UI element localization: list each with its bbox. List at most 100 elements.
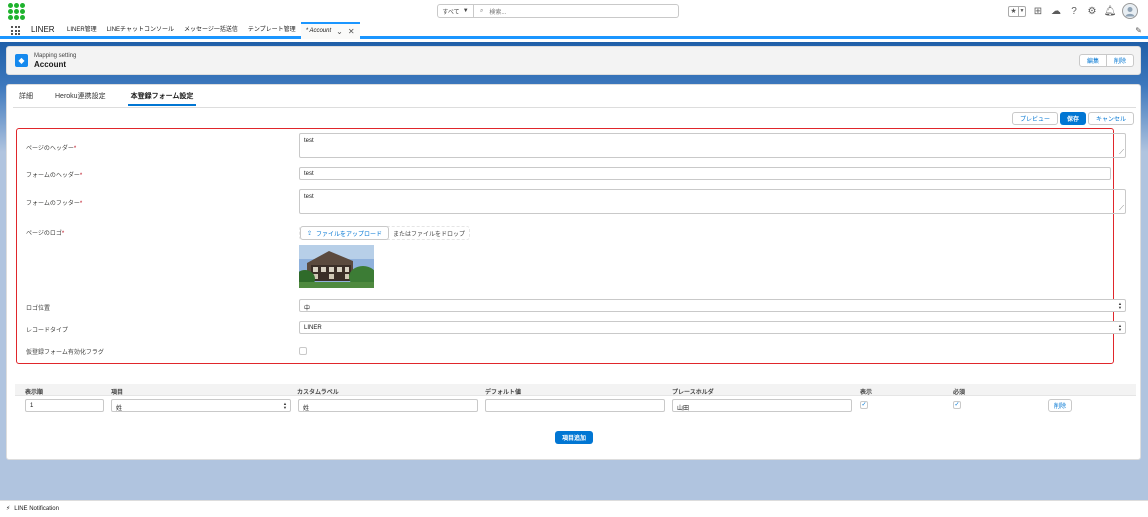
- record-type-value: LINER: [304, 325, 322, 331]
- lightning-icon: ⚡︎: [6, 506, 11, 512]
- required-marker: *: [61, 231, 65, 237]
- help-icon[interactable]: ?: [1068, 5, 1080, 17]
- select-arrows-icon: ▲ ▼: [1118, 323, 1122, 332]
- nav-item-bulk-message[interactable]: メッセージ一括送信: [179, 22, 243, 39]
- search-scope-select[interactable]: すべて ▼: [437, 4, 474, 18]
- form-footer-label-text: フォームのフッター: [26, 201, 80, 207]
- col-header-default-value: デフォルト値: [485, 390, 522, 396]
- checkmark-icon: ✓: [861, 402, 867, 408]
- add-item-button[interactable]: 項目追加: [555, 431, 594, 444]
- form-header-label-text: フォームのヘッダー: [26, 173, 80, 179]
- items-table-header: 表示順 項目 カスタムラベル デフォルト値 プレースホルダ 表示 必須: [15, 384, 1136, 396]
- logo-position-select[interactable]: 中 ▲ ▼: [299, 299, 1126, 312]
- col-header-required: 必須: [953, 390, 966, 396]
- tab-account[interactable]: * Account ⌄ ✕: [300, 22, 360, 39]
- pencil-icon[interactable]: ✎: [1135, 26, 1142, 35]
- chevron-down-icon[interactable]: ▼: [1018, 6, 1025, 16]
- page-header-label-text: ページのヘッダー: [26, 146, 74, 152]
- app-launcher-icon[interactable]: [11, 26, 20, 35]
- custom-label-value: 姓: [303, 406, 310, 412]
- search-input[interactable]: ⌕ 検索...: [474, 4, 679, 18]
- utility-item-label: LINE Notification: [14, 505, 59, 512]
- header-icons: ★ ▼ ⊞ ☁ ? ⚙ 🔔︎: [1008, 3, 1138, 19]
- form-footer-label: フォームのフッター*: [26, 198, 82, 207]
- order-input[interactable]: 1: [25, 399, 104, 412]
- col-header-order: 表示順: [25, 390, 44, 396]
- nav-bar: LINER LINER管理 LINEチャットコンソール メッセージ一括送信 テン…: [0, 22, 1148, 39]
- record-type-select[interactable]: LINER ▲ ▼: [299, 321, 1126, 334]
- preview-button[interactable]: プレビュー: [1011, 112, 1058, 125]
- record-actions: 編集 削除: [1078, 54, 1134, 67]
- required-marker: *: [73, 146, 77, 152]
- app-name: LINER: [31, 25, 55, 34]
- upload-file-button[interactable]: ⇪ ファイルをアップロード: [300, 226, 390, 240]
- record-tabs: 詳細 Heroku連携設定 本登録フォーム設定: [19, 91, 197, 106]
- file-dropzone[interactable]: ⇪ ファイルをアップロード またはファイルをドロップ: [299, 226, 471, 240]
- nav-item-liner-admin[interactable]: LINER管理: [62, 22, 102, 39]
- upload-icon: ⇪: [307, 230, 313, 237]
- page-logo-label: ページのロゴ*: [26, 228, 64, 237]
- temp-registration-flag-checkbox[interactable]: [299, 347, 307, 355]
- save-button[interactable]: 保存: [1059, 112, 1086, 125]
- tab-heroku[interactable]: Heroku連携設定: [55, 91, 106, 106]
- search-scope-label: すべて: [442, 9, 460, 16]
- nav-item-chat-console[interactable]: LINEチャットコンソール: [102, 22, 179, 39]
- resize-handle-icon[interactable]: ⟋: [1119, 205, 1124, 212]
- field-value: 姓: [116, 406, 123, 412]
- form-footer-textarea[interactable]: test ⟋: [299, 189, 1126, 214]
- visible-checkbox[interactable]: ✓: [860, 401, 868, 409]
- tab-registration-form[interactable]: 本登録フォーム設定: [127, 91, 197, 106]
- col-header-placeholder: プレースホルダ: [672, 390, 714, 396]
- form-footer-value: test: [304, 194, 314, 200]
- resize-handle-icon[interactable]: ⟋: [1119, 149, 1124, 156]
- utility-bar: ⚡︎ LINE Notification: [0, 500, 1148, 517]
- delete-button[interactable]: 削除: [1106, 54, 1134, 67]
- page-header-label: ページのヘッダー*: [26, 143, 76, 152]
- page-header-textarea[interactable]: test ⟋: [299, 133, 1126, 158]
- temp-registration-flag-label: 仮登録フォーム有効化フラグ: [26, 350, 104, 356]
- nav-items: LINER管理 LINEチャットコンソール メッセージ一括送信 テンプレート管理…: [62, 22, 360, 39]
- tab-details[interactable]: 詳細: [19, 91, 33, 106]
- chevron-down-icon[interactable]: ⌄: [336, 24, 343, 39]
- delete-row-button[interactable]: 削除: [1048, 399, 1073, 412]
- cancel-button[interactable]: キャンセル: [1087, 112, 1134, 125]
- upload-button-label: ファイルをアップロード: [316, 231, 383, 238]
- record-type-label: レコードタイプ: [26, 328, 69, 334]
- required-checkbox[interactable]: ✓: [953, 401, 961, 409]
- tab-account-label: * Account: [305, 28, 332, 34]
- tabs-divider: [13, 107, 1136, 108]
- custom-label-input[interactable]: 姓: [298, 399, 478, 412]
- trailhead-icon[interactable]: ☁: [1050, 5, 1062, 17]
- record-title: Account: [34, 60, 66, 69]
- default-value-input[interactable]: [485, 399, 665, 412]
- page-header-value: test: [304, 138, 314, 144]
- form-header-input[interactable]: test: [299, 167, 1111, 180]
- logo-position-value: 中: [304, 306, 311, 312]
- bell-icon[interactable]: 🔔︎: [1104, 5, 1117, 17]
- utility-item-line-notification[interactable]: ⚡︎ LINE Notification: [6, 505, 59, 513]
- record-header: ◆ Mapping setting Account 編集 削除: [6, 46, 1141, 75]
- avatar[interactable]: [1122, 3, 1138, 19]
- edit-button[interactable]: 編集: [1078, 54, 1107, 67]
- app-logo-icon[interactable]: [8, 3, 25, 20]
- field-select[interactable]: 姓 ▲ ▼: [111, 399, 291, 412]
- cube-icon: ◆: [15, 54, 28, 67]
- col-header-custom-label: カスタムラベル: [297, 390, 339, 396]
- global-header: すべて ▼ ⌕ 検索... ★ ▼ ⊞ ☁ ? ⚙ 🔔︎: [0, 0, 1148, 22]
- form-settings-section: ページのヘッダー* test ⟋ フォームのヘッダー* test フォームのフッ…: [16, 128, 1126, 364]
- favorites-button[interactable]: ★ ▼: [1008, 5, 1026, 17]
- nav-item-templates[interactable]: テンプレート管理: [243, 22, 301, 39]
- placeholder-input[interactable]: 山田: [672, 399, 852, 412]
- close-icon[interactable]: ✕: [348, 24, 355, 39]
- page-logo-label-text: ページのロゴ: [26, 231, 62, 237]
- logo-preview-image: [299, 245, 374, 288]
- form-actions: プレビュー 保存 キャンセル: [1011, 112, 1134, 125]
- drop-hint: またはファイルをドロップ: [393, 231, 466, 238]
- form-header-label: フォームのヘッダー*: [26, 170, 82, 179]
- global-actions-icon[interactable]: ⊞: [1032, 5, 1044, 17]
- gear-icon[interactable]: ⚙: [1086, 5, 1098, 17]
- logo-position-label: ロゴ位置: [26, 306, 51, 312]
- object-label: Mapping setting: [34, 53, 77, 59]
- search-placeholder: 検索...: [489, 9, 507, 16]
- star-icon[interactable]: ★: [1009, 7, 1018, 16]
